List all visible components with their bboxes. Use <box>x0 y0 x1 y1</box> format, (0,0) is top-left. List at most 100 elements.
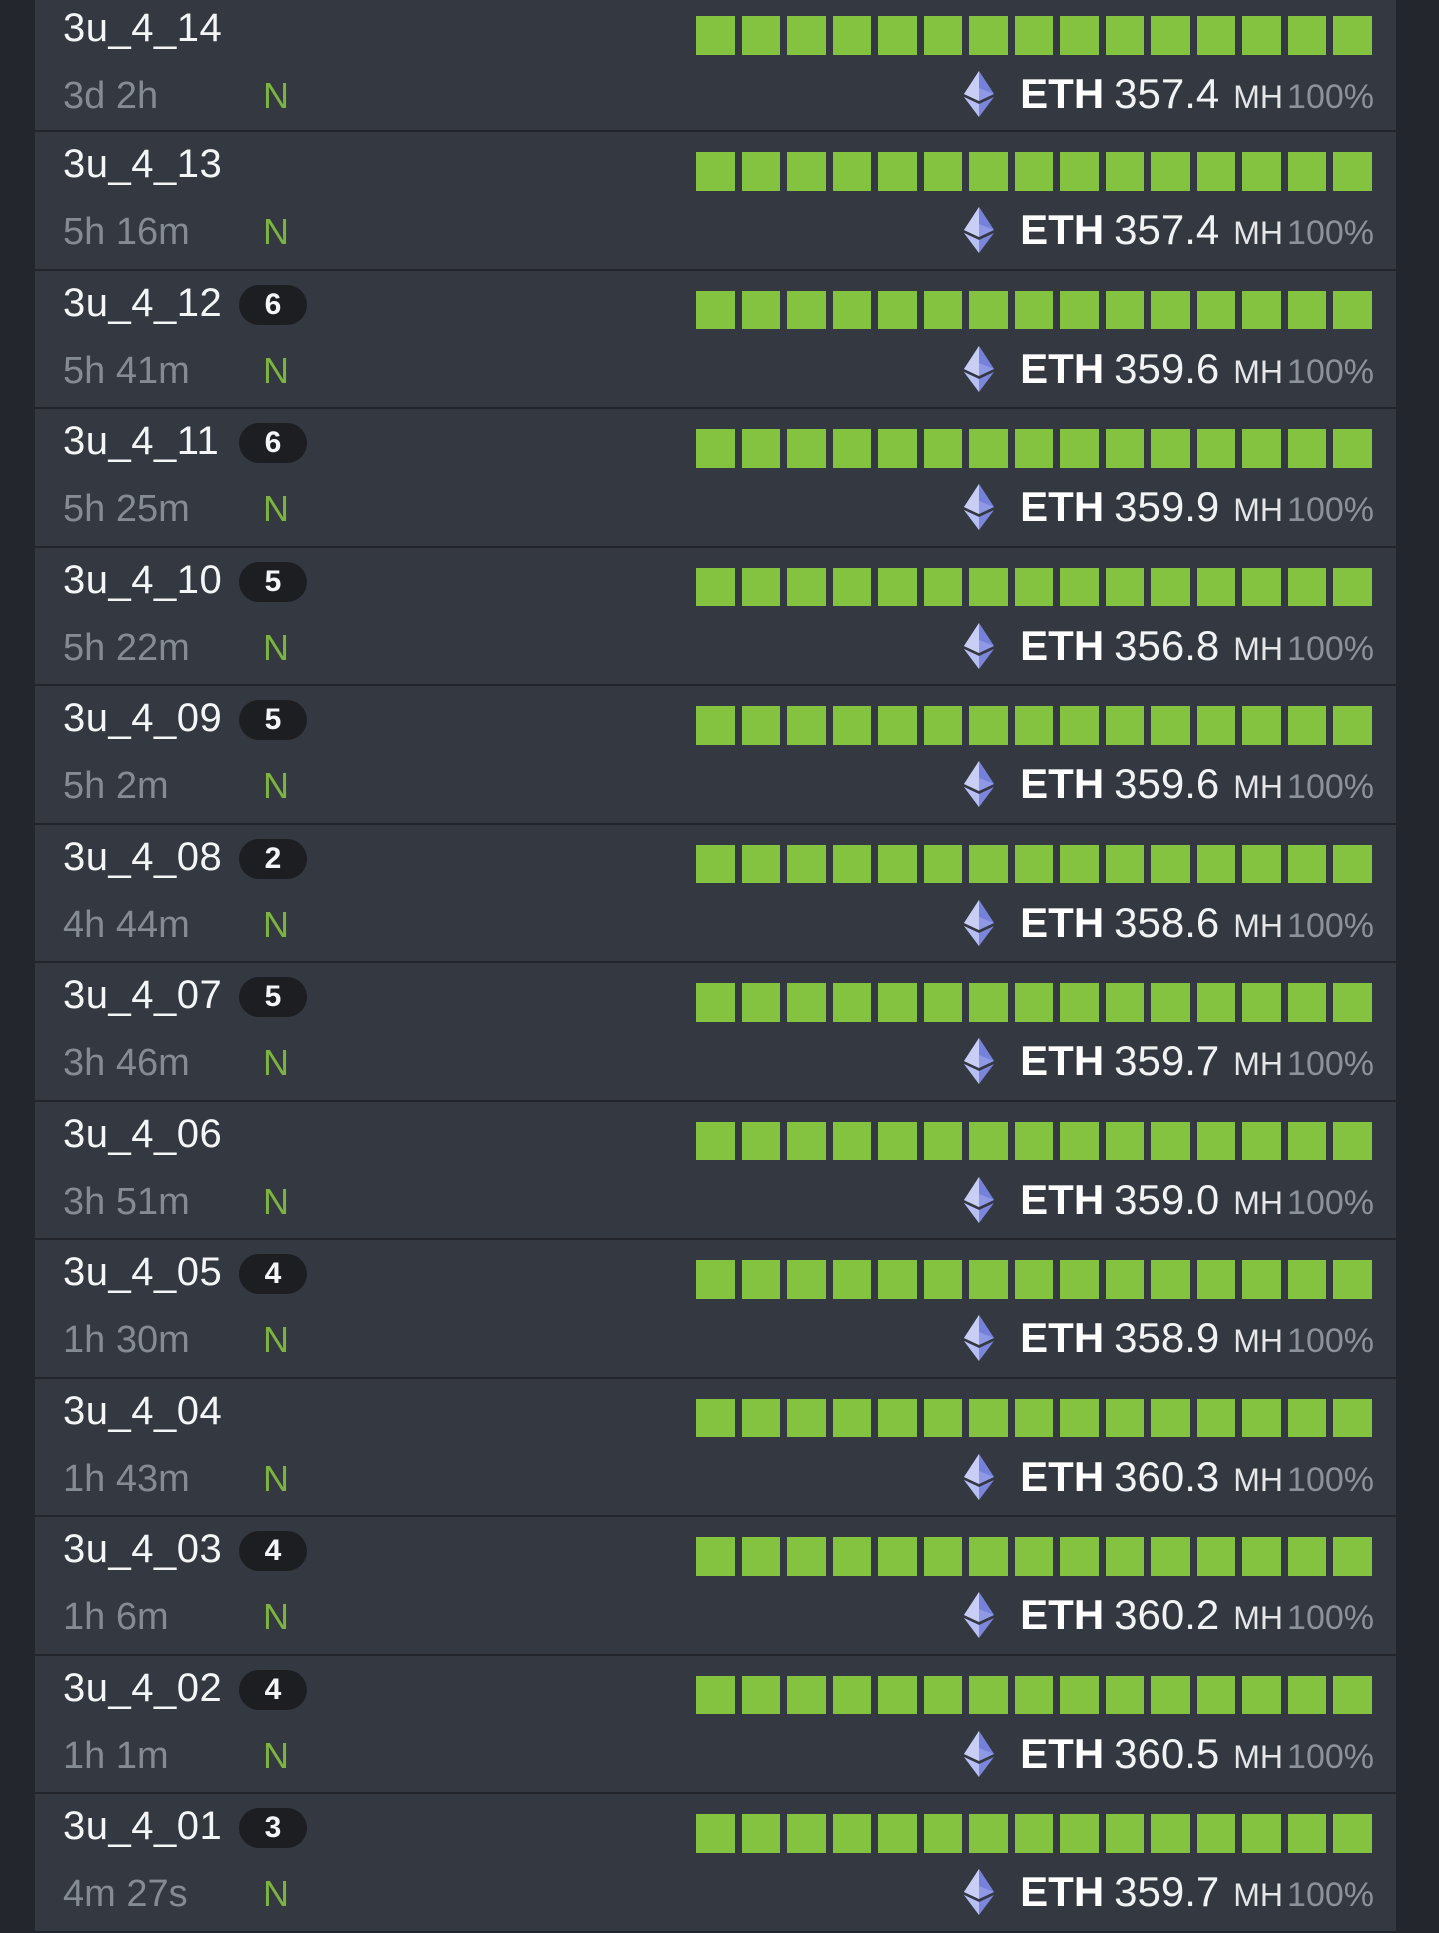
worker-row[interactable]: 3u_4_02 4 1h 1m N ETH 360.5 MH 100% <box>35 1655 1396 1794</box>
hashrate-value: 358.9 <box>1114 1314 1220 1361</box>
worker-name[interactable]: 3u_4_12 <box>63 283 222 323</box>
gpu-status-indicator <box>1196 16 1235 55</box>
gpu-status-indicator <box>832 706 871 745</box>
hashrate-unit: MH <box>1233 353 1284 390</box>
gpu-status-indicator <box>832 290 871 329</box>
coin-label: ETH <box>1020 760 1105 807</box>
worker-row[interactable]: 3u_4_03 4 1h 6m N ETH 360.2 MH 100% <box>35 1517 1396 1656</box>
gpu-status-indicator <box>1105 844 1144 883</box>
gpu-status-indicator <box>1196 1675 1235 1714</box>
gpu-status-indicator <box>787 1537 826 1576</box>
gpu-status-indicator <box>1105 706 1144 745</box>
hashrate-summary: ETH 360.3 MH 100% <box>964 1453 1374 1501</box>
worker-row[interactable]: 3u_4_12 6 5h 41m N ETH 359.6 MH 100% <box>35 270 1396 409</box>
hashrate-percent: 100% <box>1287 906 1374 945</box>
hashrate-percent: 100% <box>1287 1183 1374 1222</box>
gpu-status-indicator <box>741 1675 780 1714</box>
gpu-status-indicator <box>878 290 917 329</box>
gpu-status-indicator <box>1242 16 1281 55</box>
worker-row[interactable]: 3u_4_01 3 4m 27s N ETH 359.7 MH 100% <box>35 1794 1396 1933</box>
gpu-status-indicator <box>787 1260 826 1299</box>
worker-name[interactable]: 3u_4_14 <box>63 8 222 48</box>
gpu-status-indicator <box>1242 152 1281 191</box>
worker-row[interactable]: 3u_4_11 6 5h 25m N ETH 359.9 MH 100% <box>35 409 1396 548</box>
worker-badge: 5 <box>239 977 307 1017</box>
gpu-status-indicator <box>1242 1814 1281 1853</box>
worker-name[interactable]: 3u_4_06 <box>63 1114 222 1154</box>
gpu-status-indicator <box>696 152 735 191</box>
worker-name[interactable]: 3u_4_04 <box>63 1391 222 1431</box>
worker-row[interactable]: 3u_4_07 5 3h 46m N ETH 359.7 MH 100% <box>35 963 1396 1102</box>
worker-row[interactable]: 3u_4_09 5 5h 2m N ETH 359.6 MH 100% <box>35 686 1396 825</box>
gpu-status-indicator <box>1151 1398 1190 1437</box>
worker-name[interactable]: 3u_4_03 <box>63 1529 222 1569</box>
worker-name[interactable]: 3u_4_07 <box>63 975 222 1015</box>
gpu-status-bar <box>696 1121 1372 1160</box>
gpu-status-indicator <box>1333 290 1372 329</box>
worker-badge: 4 <box>239 1531 307 1571</box>
worker-row[interactable]: 3u_4_08 2 4h 44m N ETH 358.6 MH 100% <box>35 824 1396 963</box>
worker-row[interactable]: 3u_4_04 1h 43m N ETH 360.3 MH 100% <box>35 1378 1396 1517</box>
gpu-status-indicator <box>1242 290 1281 329</box>
gpu-status-indicator <box>1151 152 1190 191</box>
gpu-status-indicator <box>832 1260 871 1299</box>
gpu-status-indicator <box>878 1814 917 1853</box>
worker-uptime: 3h 46m <box>63 1042 190 1084</box>
hashrate-value: 360.5 <box>1114 1729 1220 1777</box>
worker-name[interactable]: 3u_4_10 <box>63 560 222 600</box>
gpu-status-indicator <box>923 844 962 883</box>
gpu-status-indicator <box>832 16 871 55</box>
worker-name[interactable]: 3u_4_01 <box>63 1806 222 1846</box>
gpu-status-indicator <box>787 1814 826 1853</box>
gpu-status-indicator <box>1333 1675 1372 1714</box>
worker-row[interactable]: 3u_4_05 4 1h 30m N ETH 358.9 MH 100% <box>35 1240 1396 1379</box>
gpu-status-indicator <box>923 429 962 468</box>
gpu-status-indicator <box>1287 1260 1326 1299</box>
gpu-status-indicator <box>787 1121 826 1160</box>
gpu-status-indicator <box>878 706 917 745</box>
worker-flag: N <box>263 1734 289 1776</box>
worker-name[interactable]: 3u_4_13 <box>63 144 222 184</box>
worker-name[interactable]: 3u_4_11 <box>63 421 219 461</box>
gpu-status-indicator <box>787 983 826 1022</box>
gpu-status-indicator <box>1014 983 1053 1022</box>
hashrate-summary: ETH 359.0 MH 100% <box>964 1176 1374 1224</box>
gpu-status-indicator <box>741 844 780 883</box>
gpu-status-indicator <box>1333 1121 1372 1160</box>
gpu-status-indicator <box>1105 16 1144 55</box>
hashrate-value: 356.8 <box>1114 621 1220 669</box>
worker-row[interactable]: 3u_4_13 5h 16m N ETH 357.4 MH 100% <box>35 132 1396 271</box>
gpu-status-indicator <box>1196 1260 1235 1299</box>
hashrate-unit: MH <box>1233 907 1284 944</box>
worker-row[interactable]: 3u_4_06 3h 51m N ETH 359.0 MH 100% <box>35 1101 1396 1240</box>
gpu-status-indicator <box>969 429 1008 468</box>
gpu-status-indicator <box>1151 1121 1190 1160</box>
worker-name[interactable]: 3u_4_08 <box>63 837 222 877</box>
coin-label: ETH <box>1020 898 1105 946</box>
worker-row[interactable]: 3u_4_10 5 5h 22m N ETH 356.8 MH 100% <box>35 547 1396 686</box>
gpu-status-bar <box>696 1260 1372 1299</box>
coin-label: ETH <box>1020 70 1105 117</box>
gpu-status-indicator <box>1014 844 1053 883</box>
gpu-status-indicator <box>832 1121 871 1160</box>
worker-flag: N <box>263 765 289 806</box>
worker-flag: N <box>263 349 289 391</box>
gpu-status-indicator <box>969 706 1008 745</box>
gpu-status-indicator <box>1333 1398 1372 1437</box>
gpu-status-indicator <box>969 1814 1008 1853</box>
gpu-status-indicator <box>696 16 735 55</box>
worker-uptime: 5h 41m <box>63 349 190 392</box>
gpu-status-indicator <box>923 1537 962 1576</box>
hashrate-unit: MH <box>1233 1046 1284 1082</box>
gpu-status-indicator <box>696 567 735 606</box>
worker-flag: N <box>263 75 289 116</box>
gpu-status-indicator <box>1287 983 1326 1022</box>
worker-row[interactable]: 3u_4_14 3d 2h N ETH 357.4 MH 100% <box>35 0 1396 132</box>
hashrate-summary: ETH 359.7 MH 100% <box>964 1037 1374 1085</box>
worker-name[interactable]: 3u_4_02 <box>63 1668 222 1708</box>
worker-uptime: 3h 51m <box>63 1180 190 1223</box>
worker-name[interactable]: 3u_4_05 <box>63 1252 222 1292</box>
gpu-status-indicator <box>696 1814 735 1853</box>
worker-flag: N <box>263 626 289 668</box>
worker-name[interactable]: 3u_4_09 <box>63 698 222 738</box>
